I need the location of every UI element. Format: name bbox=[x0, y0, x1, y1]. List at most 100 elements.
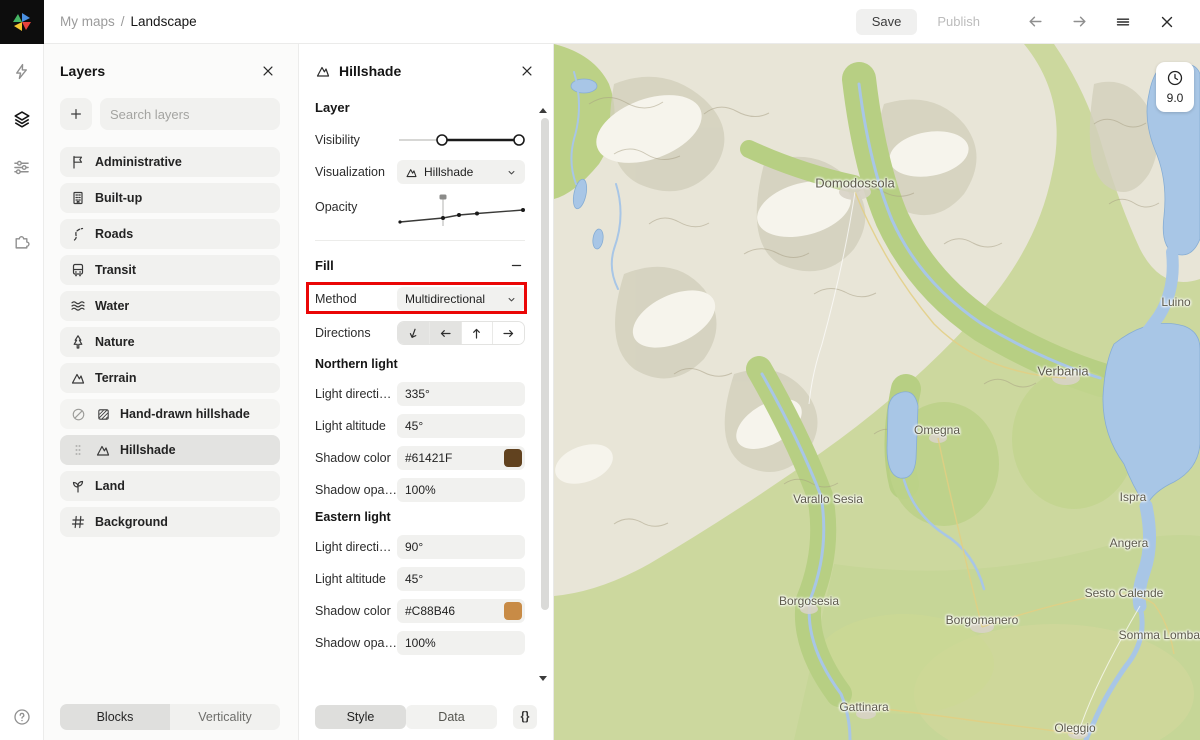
scrollbar-up-arrow[interactable] bbox=[539, 108, 547, 113]
layer-row-label: Hand-drawn hillshade bbox=[120, 407, 250, 421]
hillshade-settings-panel: Hillshade Layer Visibility Visualization… bbox=[299, 44, 554, 740]
fill-section-heading: Fill bbox=[315, 258, 334, 273]
layer-row-roads[interactable]: Roads bbox=[60, 219, 280, 249]
breadcrumb-current[interactable]: Landscape bbox=[131, 14, 197, 29]
mountain-icon bbox=[405, 166, 418, 179]
visibility-off-icon[interactable] bbox=[70, 406, 86, 422]
help-icon[interactable] bbox=[0, 704, 44, 730]
direction-east-button[interactable] bbox=[493, 322, 524, 344]
scrollbar-thumb[interactable] bbox=[541, 118, 549, 610]
tab-style[interactable]: Style bbox=[315, 705, 406, 729]
mountain-icon bbox=[95, 442, 111, 458]
arrow-icon bbox=[439, 327, 452, 340]
setting-value: 90° bbox=[405, 540, 423, 554]
collapse-fill-icon[interactable] bbox=[507, 256, 525, 274]
zoom-indicator[interactable]: 9.0 bbox=[1156, 62, 1194, 112]
visibility-range-slider[interactable] bbox=[397, 128, 525, 152]
layer-section-heading: Layer bbox=[315, 100, 525, 115]
opacity-curve-editor[interactable] bbox=[397, 192, 525, 230]
layer-row-label: Roads bbox=[95, 227, 133, 241]
direction-west-button[interactable] bbox=[430, 322, 462, 344]
visibility-row: Visibility bbox=[315, 128, 525, 152]
east-shadow-opacity-input[interactable]: 100% bbox=[397, 631, 525, 655]
publish-button[interactable]: Publish bbox=[937, 14, 980, 29]
east-light-altitude-input[interactable]: 45° bbox=[397, 567, 525, 591]
road-icon bbox=[70, 226, 86, 242]
setting-label: Shadow color bbox=[315, 604, 397, 618]
redo-arrow-icon[interactable] bbox=[1064, 7, 1094, 37]
north-light-direction-row: Light directi… 335° bbox=[315, 382, 525, 406]
setting-value: #61421F bbox=[405, 451, 452, 465]
clock-icon bbox=[1166, 69, 1184, 87]
layer-row-built-up[interactable]: Built-up bbox=[60, 183, 280, 213]
scrollbar-down-arrow[interactable] bbox=[539, 676, 547, 681]
visualization-label: Visualization bbox=[315, 165, 397, 179]
north-light-direction-input[interactable]: 335° bbox=[397, 382, 525, 406]
save-button[interactable]: Save bbox=[856, 9, 918, 35]
layer-row-hand-drawn-hillshade[interactable]: Hand-drawn hillshade bbox=[60, 399, 280, 429]
breadcrumb-separator: / bbox=[121, 14, 125, 29]
settings-panel-title: Hillshade bbox=[339, 63, 401, 79]
method-dropdown[interactable]: Multidirectional bbox=[397, 287, 525, 311]
layer-row-background[interactable]: Background bbox=[60, 507, 280, 537]
color-swatch[interactable] bbox=[504, 602, 522, 620]
north-shadow-opacity-row: Shadow opa… 100% bbox=[315, 478, 525, 502]
layer-row-terrain[interactable]: Terrain bbox=[60, 363, 280, 393]
layers-close-icon[interactable] bbox=[256, 59, 280, 83]
layer-row-nature[interactable]: Nature bbox=[60, 327, 280, 357]
actions-bolt-icon[interactable] bbox=[9, 58, 35, 84]
layer-row-water[interactable]: Water bbox=[60, 291, 280, 321]
bus-icon bbox=[70, 262, 86, 278]
layer-row-hillshade[interactable]: Hillshade bbox=[60, 435, 280, 465]
layer-row-land[interactable]: Land bbox=[60, 471, 280, 501]
layer-row-label: Administrative bbox=[95, 155, 182, 169]
setting-label: Light altitude bbox=[315, 572, 397, 586]
tab-data[interactable]: Data bbox=[406, 705, 497, 729]
layers-panel-title: Layers bbox=[60, 63, 105, 79]
close-window-icon[interactable] bbox=[1152, 7, 1182, 37]
app-logo[interactable] bbox=[0, 0, 44, 44]
north-shadow-color-input[interactable]: #61421F bbox=[397, 446, 525, 470]
layers-rail-icon[interactable] bbox=[9, 106, 35, 132]
filters-sliders-icon[interactable] bbox=[9, 154, 35, 180]
layer-row-transit[interactable]: Transit bbox=[60, 255, 280, 285]
topbar: My maps / Landscape Save Publish bbox=[0, 0, 1200, 44]
undo-arrow-icon[interactable] bbox=[1020, 7, 1050, 37]
east-shadow-color-row: Shadow color #C88B46 bbox=[315, 599, 525, 623]
arrow-icon bbox=[502, 327, 515, 340]
direction-south-button[interactable] bbox=[398, 322, 430, 344]
color-swatch[interactable] bbox=[504, 449, 522, 467]
breadcrumb-section[interactable]: My maps bbox=[60, 14, 115, 29]
setting-value: 45° bbox=[405, 572, 423, 586]
visibility-label: Visibility bbox=[315, 133, 397, 147]
drag-handle-icon[interactable] bbox=[70, 442, 86, 458]
setting-value: 335° bbox=[405, 387, 430, 401]
setting-label: Light directi… bbox=[315, 387, 397, 401]
visualization-dropdown[interactable]: Hillshade bbox=[397, 160, 525, 184]
north-light-altitude-input[interactable]: 45° bbox=[397, 414, 525, 438]
arrow-icon bbox=[405, 325, 422, 342]
direction-north-button[interactable] bbox=[462, 322, 494, 344]
layer-row-label: Built-up bbox=[95, 191, 142, 205]
menu-icon[interactable] bbox=[1108, 7, 1138, 37]
setting-label: Shadow opa… bbox=[315, 483, 397, 497]
east-light-direction-input[interactable]: 90° bbox=[397, 535, 525, 559]
directions-row: Directions bbox=[315, 321, 525, 345]
add-layer-button[interactable] bbox=[60, 98, 92, 130]
setting-label: Shadow color bbox=[315, 451, 397, 465]
code-view-button[interactable]: {} bbox=[513, 705, 537, 729]
layer-row-administrative[interactable]: Administrative bbox=[60, 147, 280, 177]
setting-value: 100% bbox=[405, 483, 436, 497]
map-canvas[interactable]: Domodossola Luino Verbania Omegna Ispra … bbox=[554, 44, 1200, 740]
settings-close-icon[interactable] bbox=[515, 59, 539, 83]
extensions-puzzle-icon[interactable] bbox=[9, 228, 35, 254]
tree-icon bbox=[70, 334, 86, 350]
plant-icon bbox=[70, 478, 86, 494]
north-shadow-opacity-input[interactable]: 100% bbox=[397, 478, 525, 502]
layer-row-label: Background bbox=[95, 515, 168, 529]
east-shadow-color-input[interactable]: #C88B46 bbox=[397, 599, 525, 623]
tab-verticality[interactable]: Verticality bbox=[170, 704, 280, 730]
search-layers-input[interactable] bbox=[100, 98, 280, 130]
layer-row-label: Terrain bbox=[95, 371, 136, 385]
tab-blocks[interactable]: Blocks bbox=[60, 704, 170, 730]
